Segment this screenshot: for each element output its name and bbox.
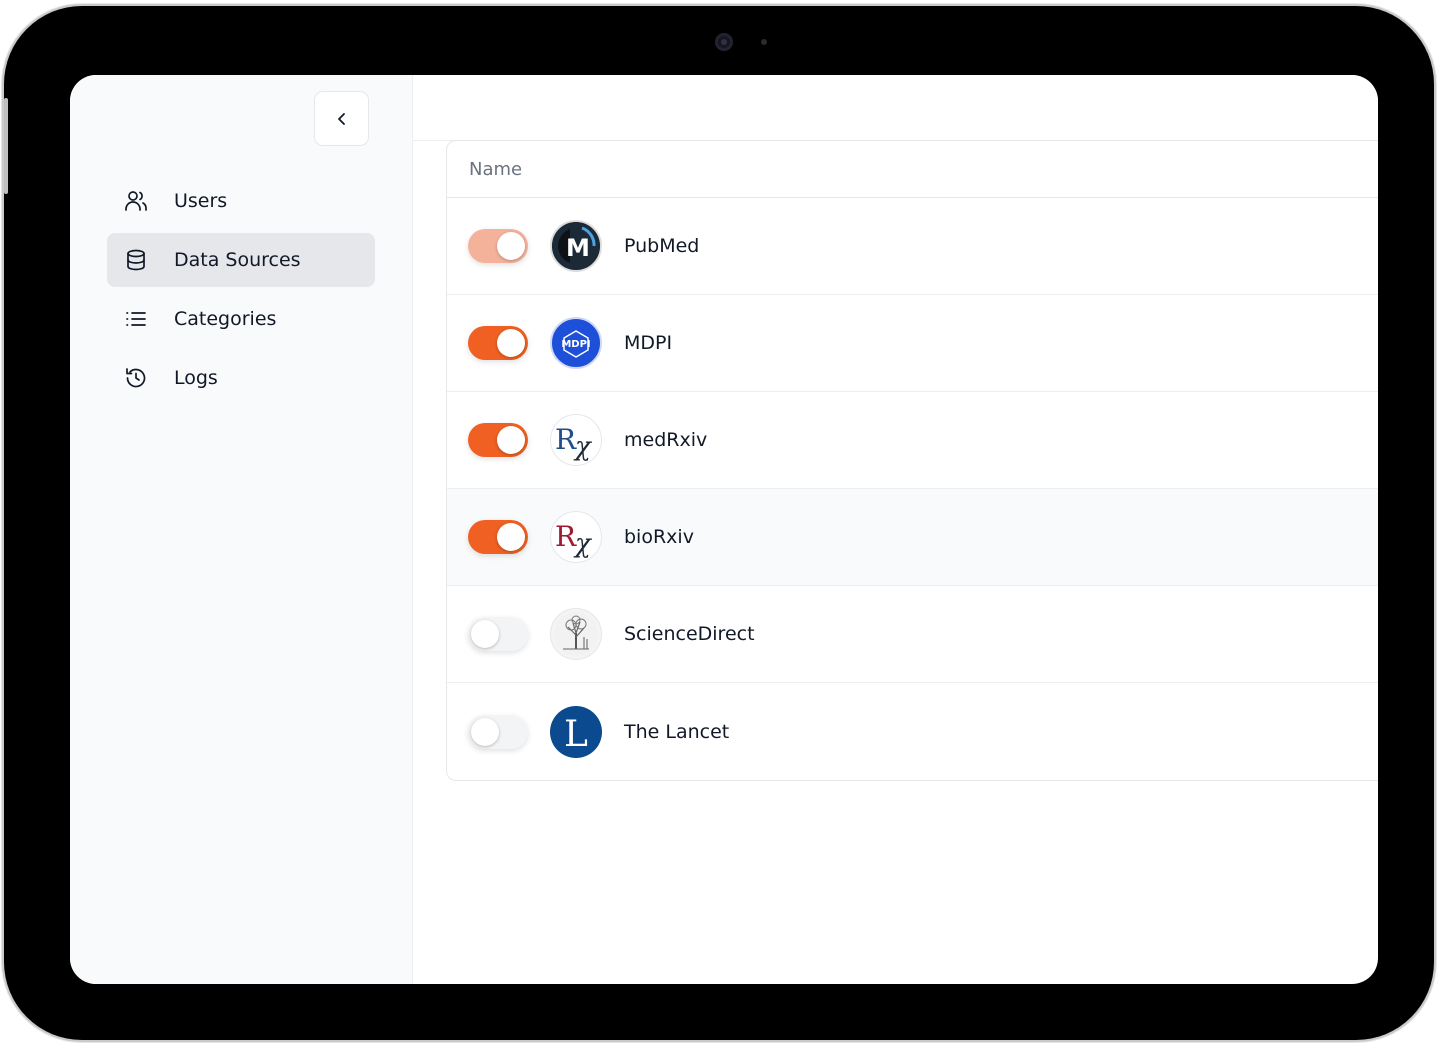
svg-text:χ: χ [573,529,593,559]
biorxiv-logo: R χ [550,511,602,563]
table-row: L The Lancet [447,683,1378,780]
sidebar-item-label: Logs [174,367,218,389]
source-name: medRxiv [624,429,708,451]
source-name: bioRxiv [624,526,694,548]
svg-text:R: R [555,520,577,553]
source-name: PubMed [624,235,700,257]
enable-toggle-sciencedirect[interactable] [468,617,528,651]
svg-text:M: M [566,234,590,262]
sidebar-item-logs[interactable]: Logs [107,351,375,405]
svg-text:χ: χ [573,432,593,462]
sidebar: Users Data Sources Categories Logs [70,75,413,984]
enable-toggle-the-lancet[interactable] [468,714,528,749]
lancet-logo: L [550,705,602,758]
data-sources-table: Name M PubMed MDPI MDPI R χ medRxiv R χ … [446,140,1378,781]
table-row: MDPI MDPI [447,295,1378,392]
table-row: ScienceDirect [447,586,1378,683]
sidebar-item-label: Categories [174,308,277,330]
front-camera [715,33,733,51]
table-row: R χ bioRxiv [447,489,1378,586]
sidebar-item-label: Users [174,190,228,212]
source-name: The Lancet [624,720,730,743]
column-header-name[interactable]: Name [447,141,1378,198]
database-icon [124,248,148,272]
pubmed-logo: M [550,220,602,272]
source-name: ScienceDirect [624,623,755,645]
sidebar-item-users[interactable]: Users [107,174,375,228]
top-bar [413,75,1378,141]
enable-toggle-pubmed[interactable] [468,229,528,263]
collapse-sidebar-button[interactable] [314,91,369,146]
svg-text:MDPI: MDPI [561,339,590,350]
tablet-frame: Users Data Sources Categories Logs Name … [4,6,1434,1040]
enable-toggle-mdpi[interactable] [468,326,528,360]
sidebar-item-label: Data Sources [174,249,301,271]
chevron-left-icon [337,112,345,125]
svg-text:R: R [555,423,577,456]
history-icon [124,366,148,390]
svg-text:L: L [564,714,588,755]
source-name: MDPI [624,332,673,354]
sidebar-item-data-sources[interactable]: Data Sources [107,233,375,287]
table-row: R χ medRxiv [447,392,1378,489]
app-screen: Users Data Sources Categories Logs Name … [70,75,1378,984]
side-button [4,98,8,194]
list-icon [124,307,148,331]
medrxiv-logo: R χ [550,414,602,466]
sciencedirect-logo [550,608,602,660]
table-row: M PubMed [447,198,1378,295]
enable-toggle-medrxiv[interactable] [468,423,528,457]
users-icon [124,189,148,213]
mdpi-logo: MDPI [550,317,602,369]
enable-toggle-biorxiv[interactable] [468,520,528,554]
sidebar-item-categories[interactable]: Categories [107,292,375,346]
light-sensor [761,39,767,45]
